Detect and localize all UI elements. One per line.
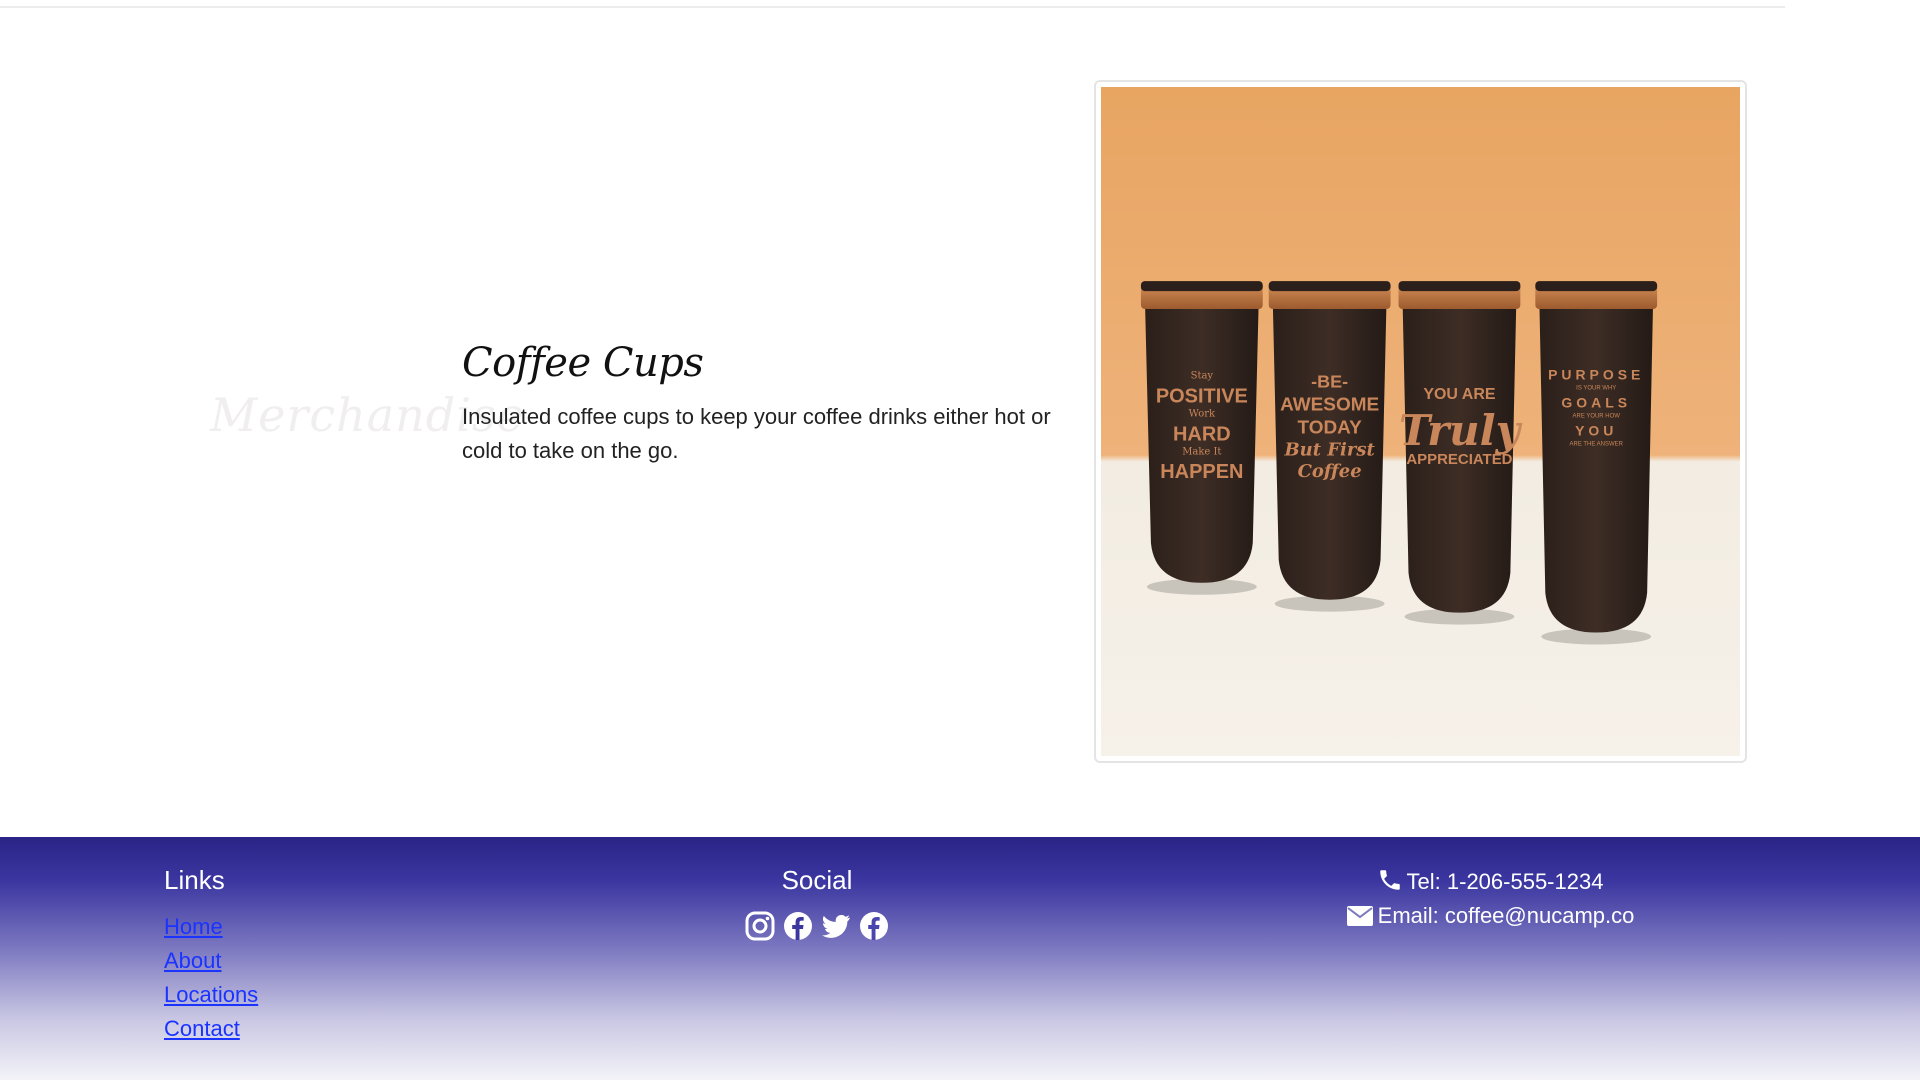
- footer-contact-column: Tel: 1-206-555-1234 Email: coffee@nucamp…: [1340, 865, 1640, 933]
- cup-print-text: ARE THE ANSWER: [1570, 441, 1624, 447]
- product-image-frame: Stay POSITIVE Work HARD Make It HAPPEN -BE- AWE…: [1094, 80, 1747, 763]
- cup-print-text: But First: [1284, 439, 1376, 460]
- cup-print-text: Truly: [1399, 406, 1523, 455]
- cup-print-text: AWESOME: [1280, 395, 1379, 416]
- instagram-icon[interactable]: [744, 910, 776, 942]
- cup-print-text: HARD: [1173, 423, 1231, 445]
- cup-body: [1539, 299, 1654, 633]
- cup-print-text: YOU: [1575, 422, 1617, 438]
- phone-line: Tel: 1-206-555-1234: [1340, 865, 1640, 899]
- header-divider: [0, 6, 1785, 8]
- cup-print-text: GOALS: [1561, 395, 1631, 411]
- cup-print-text: Stay: [1191, 371, 1214, 382]
- product-description: Insulated coffee cups to keep your coffe…: [462, 404, 1051, 463]
- cup-print-text: IS YOUR WHY: [1576, 386, 1616, 392]
- footer-links-column: Links Home About Locations Contact: [164, 865, 258, 1046]
- cup-print-text: -BE-: [1311, 372, 1348, 392]
- facebook-icon[interactable]: [782, 910, 814, 942]
- footer-link-contact[interactable]: Contact: [164, 1012, 258, 1046]
- cup-print-text: PURPOSE: [1548, 367, 1644, 383]
- footer-link-about[interactable]: About: [164, 944, 258, 978]
- phone-icon: [1379, 870, 1400, 890]
- social-icon-row: [700, 910, 934, 942]
- cup-print-text: Make It: [1182, 446, 1221, 457]
- footer-link-locations[interactable]: Locations: [164, 978, 258, 1012]
- cup-print-text: Work: [1189, 409, 1216, 420]
- cup-print-text: TODAY: [1297, 417, 1362, 438]
- product-card: Coffee Cups Insulated coffee cups to kee…: [462, 340, 1094, 468]
- coffee-cups-image: Stay POSITIVEWork HARDMake It HAPPEN -BE- AWE…: [1101, 87, 1740, 756]
- twitter-icon[interactable]: [820, 910, 852, 942]
- cup-print-text: APPRECIATED: [1406, 451, 1512, 468]
- social-heading: Social: [781, 865, 853, 895]
- envelope-icon: [1346, 906, 1373, 926]
- email-text[interactable]: Email: coffee@nucamp.co: [1378, 903, 1635, 928]
- email-line: Email: coffee@nucamp.co: [1340, 899, 1640, 933]
- cup-print-text: POSITIVE: [1156, 386, 1248, 408]
- site-footer: Links Home About Locations Contact Socia…: [0, 837, 1920, 1080]
- product-title: Coffee Cups: [462, 340, 704, 386]
- links-heading: Links: [164, 865, 225, 895]
- footer-social-column: Social: [700, 865, 934, 942]
- footer-link-home[interactable]: Home: [164, 910, 258, 944]
- cup-print-text: HAPPEN: [1160, 461, 1243, 483]
- cup-print-text: YOU ARE: [1423, 386, 1495, 403]
- cup-print-text: ARE YOUR HOW: [1573, 414, 1621, 420]
- facebook-icon[interactable]: [858, 910, 890, 942]
- cup-print-text: Coffee: [1298, 461, 1362, 482]
- phone-text[interactable]: Tel: 1-206-555-1234: [1407, 869, 1604, 894]
